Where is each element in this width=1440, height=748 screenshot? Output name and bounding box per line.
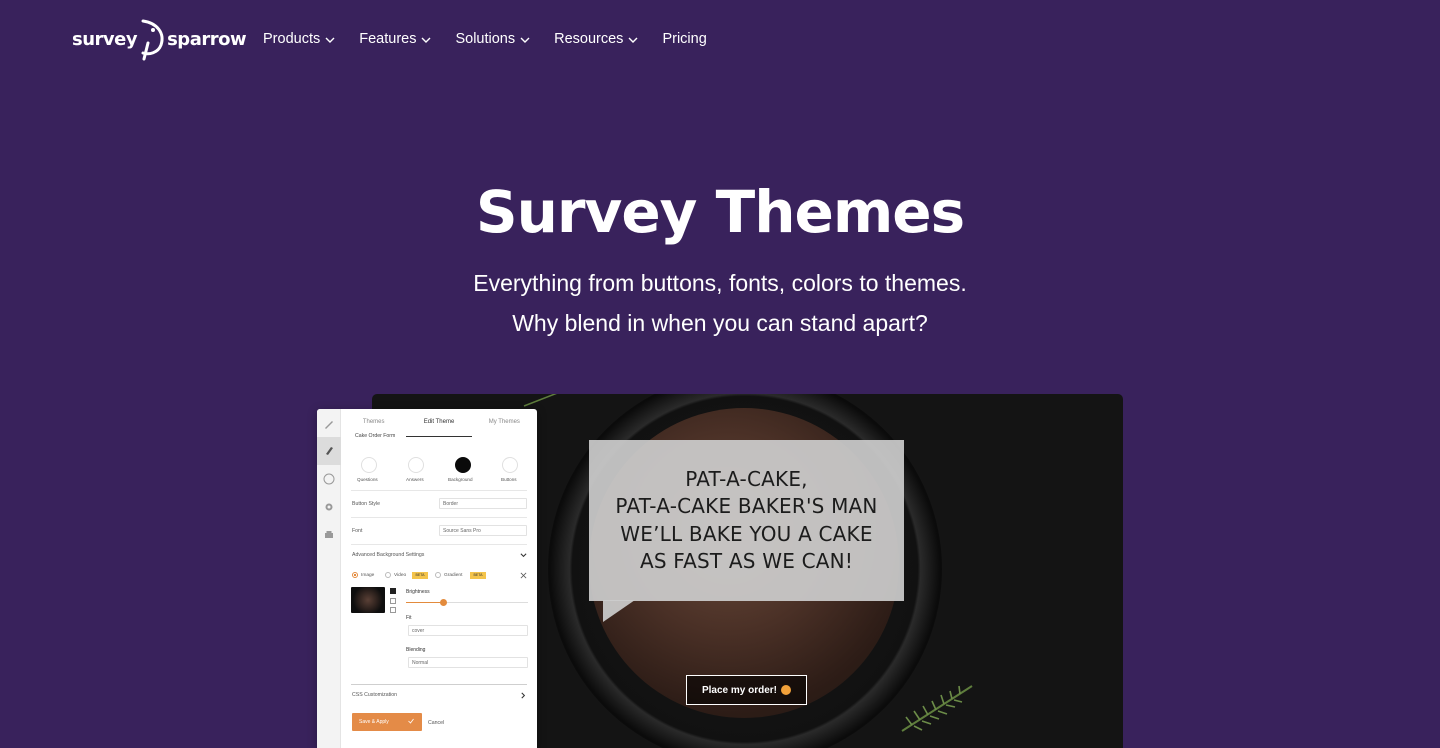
palette-icon[interactable] xyxy=(323,473,335,485)
question-line: PAT-A-CAKE, xyxy=(685,466,808,491)
brush-icon xyxy=(326,447,333,455)
rosemary-sprig-image xyxy=(523,394,557,407)
nav-item-solutions[interactable]: Solutions xyxy=(455,30,530,48)
main-menu: Products Features Solutions Resources Pr… xyxy=(263,30,707,48)
chevron-down-icon xyxy=(421,37,431,43)
color-swatch-answers[interactable] xyxy=(408,457,424,473)
place-order-label: Place my order! xyxy=(701,684,778,696)
nav-item-features[interactable]: Features xyxy=(359,30,431,48)
css-customization-label[interactable]: CSS Customization xyxy=(352,692,397,698)
chevron-down-icon[interactable] xyxy=(520,552,527,559)
pen-icon[interactable] xyxy=(323,418,335,430)
hero-subtitle-line2: Why blend in when you can stand apart? xyxy=(512,310,928,336)
bg-type-video-radio[interactable] xyxy=(385,572,391,578)
blending-label: Blending xyxy=(406,647,426,653)
sparrow-logo-icon xyxy=(141,19,164,61)
question-line: AS FAST AS WE CAN! xyxy=(639,549,854,573)
bg-type-label: Image xyxy=(361,573,375,578)
nav-item-label: Solutions xyxy=(455,31,516,47)
beta-badge: BETA xyxy=(470,572,486,579)
smiley-emoji-icon xyxy=(781,685,792,695)
brightness-label: Brightness xyxy=(406,589,430,595)
nav-item-label: Resources xyxy=(554,31,624,47)
rosemary-sprig-image xyxy=(901,685,973,732)
color-swatch-background[interactable] xyxy=(455,457,471,473)
nav-item-resources[interactable]: Resources xyxy=(554,30,638,48)
logo-text-left: survey xyxy=(72,28,138,50)
close-icon[interactable] xyxy=(520,572,527,579)
nav-item-products[interactable]: Products xyxy=(263,30,335,48)
divider xyxy=(351,490,527,491)
nav-item-pricing[interactable]: Pricing xyxy=(662,30,706,48)
page-title: Survey Themes xyxy=(475,178,965,246)
fit-select[interactable]: cover xyxy=(408,625,528,636)
advanced-settings-label[interactable]: Advanced Background Settings xyxy=(352,552,424,558)
check-icon xyxy=(408,718,414,724)
chevron-right-icon[interactable] xyxy=(520,692,527,699)
section-heading: Cake Order Form xyxy=(355,433,396,439)
font-select[interactable]: Source Sans Pro xyxy=(439,525,527,536)
image-tool-icon[interactable] xyxy=(390,588,396,594)
swatch-label: Buttons xyxy=(501,477,517,482)
button-style-select[interactable]: Border xyxy=(439,498,527,509)
tab-edit-theme[interactable]: Edit Theme xyxy=(406,409,472,437)
bg-type-label: Gradient xyxy=(444,573,463,578)
font-label: Font xyxy=(352,528,363,534)
divider xyxy=(351,517,527,518)
save-apply-button[interactable]: Save & Apply xyxy=(352,713,422,731)
editor-side-rail xyxy=(317,409,341,748)
beta-badge: BETA xyxy=(412,572,428,579)
top-navigation: survey sparrow Products Features Solutio… xyxy=(0,0,1440,78)
gear-icon[interactable] xyxy=(323,501,335,513)
button-style-label: Button Style xyxy=(352,501,380,507)
place-order-button[interactable]: Place my order! xyxy=(686,675,807,705)
divider xyxy=(351,544,527,545)
bg-type-gradient-radio[interactable] xyxy=(435,572,441,578)
question-line: WE’LL BAKE YOU A CAKE xyxy=(620,521,873,546)
theme-editor-panel: Themes Edit Theme My Themes Cake Order F… xyxy=(317,409,537,748)
speech-bubble: PAT-A-CAKE, PAT-A-CAKE BAKER'S MAN WE’LL… xyxy=(589,440,904,601)
brightness-slider-fill xyxy=(406,602,444,603)
speech-bubble-tail xyxy=(603,600,635,622)
divider xyxy=(351,684,527,685)
swatch-label: Background xyxy=(448,477,473,482)
nav-item-label: Pricing xyxy=(662,31,707,47)
logo-text-right: sparrow xyxy=(167,28,247,50)
swatch-label: Questions xyxy=(357,477,378,482)
save-apply-label: Save & Apply xyxy=(359,719,389,725)
blending-select[interactable]: Normal xyxy=(408,657,528,668)
nav-item-label: Features xyxy=(359,31,417,47)
question-line: PAT-A-CAKE BAKER'S MAN xyxy=(615,494,878,518)
bg-type-image-radio[interactable] xyxy=(352,572,358,578)
brightness-slider-handle[interactable] xyxy=(440,599,448,606)
background-image-thumbnail[interactable] xyxy=(351,587,385,613)
chevron-down-icon xyxy=(520,37,530,43)
swatch-label: Answers xyxy=(406,477,424,482)
bg-type-label: Video xyxy=(394,573,407,578)
brush-tab-active[interactable] xyxy=(317,437,341,465)
color-swatch-questions[interactable] xyxy=(361,457,377,473)
cancel-link[interactable]: Cancel xyxy=(428,720,444,726)
chevron-down-icon xyxy=(628,37,638,43)
tab-my-themes[interactable]: My Themes xyxy=(472,409,537,437)
print-icon[interactable] xyxy=(323,529,335,541)
file-tool-icon[interactable] xyxy=(390,607,396,613)
nav-item-label: Products xyxy=(263,31,321,47)
hero-subtitle-line1: Everything from buttons, fonts, colors t… xyxy=(473,270,967,296)
fit-label: Fit xyxy=(406,615,412,621)
grid-tool-icon[interactable] xyxy=(390,598,396,604)
question-text: PAT-A-CAKE, PAT-A-CAKE BAKER'S MAN WE’LL… xyxy=(615,466,877,576)
surveysparrow-logo[interactable]: survey sparrow xyxy=(72,17,247,61)
color-swatch-buttons[interactable] xyxy=(502,457,518,473)
chevron-down-icon xyxy=(325,37,335,43)
